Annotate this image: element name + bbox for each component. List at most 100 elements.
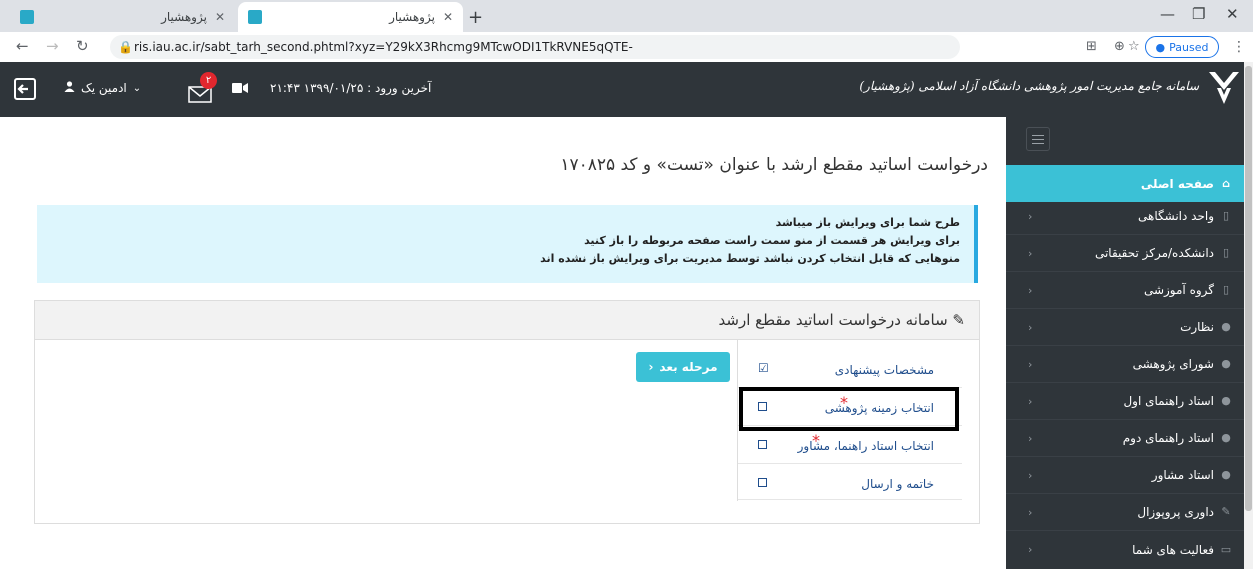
divider: [738, 499, 962, 500]
tab-title: پژوهشیار: [389, 10, 435, 24]
user-name: ادمین یک: [81, 81, 127, 95]
sidebar-item-consultant[interactable]: ● استاد مشاور ‹: [1006, 457, 1244, 494]
messages-button[interactable]: ۲: [188, 72, 222, 106]
logout-icon: [14, 78, 36, 100]
close-tab-icon[interactable]: ✕: [443, 10, 453, 24]
sidebar-item-your-activities[interactable]: ▭ فعالیت های شما ‹: [1006, 531, 1244, 568]
chevron-left-icon: ‹: [1028, 247, 1033, 260]
close-window-icon[interactable]: ✕: [1226, 5, 1239, 23]
sidebar-item-label: فعالیت های شما: [1132, 542, 1214, 557]
alert-line: طرح شما برای ویرایش باز میباشد: [775, 216, 960, 229]
sidebar-item-label: استاد راهنمای اول: [1123, 394, 1214, 408]
required-star-icon: *: [812, 431, 820, 450]
user-icon: ●: [1221, 320, 1231, 333]
step-item[interactable]: مشخصات پیشنهادی ☑: [738, 353, 962, 387]
sidebar-item-label: شورای پژوهشی: [1132, 357, 1214, 371]
address-bar[interactable]: 🔒 ris.iau.ac.ir/sabt_tarh_second.phtml?x…: [110, 35, 960, 59]
video-camera-icon[interactable]: [232, 82, 248, 97]
bookmark-star-icon[interactable]: ☆: [1128, 39, 1140, 54]
messages-count-badge: ۲: [200, 72, 217, 89]
chevron-left-icon: ‹: [1028, 284, 1033, 297]
sidebar-item-second-advisor[interactable]: ● استاد راهنمای دوم ‹: [1006, 420, 1244, 457]
sidebar-item-label: نظارت: [1180, 320, 1214, 334]
institution-icon: ▯: [1222, 246, 1230, 259]
forward-arrow-icon[interactable]: →: [46, 37, 59, 55]
sidebar-item-label: واحد دانشگاهی: [1138, 209, 1214, 223]
translate-icon[interactable]: ⊞: [1086, 39, 1097, 54]
app-brand-title: سامانه جامع مدیریت امور پژوهشی دانشگاه آ…: [859, 79, 1199, 93]
card-title: ✎ سامانه درخواست اساتید مقطع ارشد: [719, 311, 965, 329]
card-title-text: سامانه درخواست اساتید مقطع ارشد: [718, 311, 948, 329]
chevron-left-icon: ‹: [1028, 469, 1033, 482]
page-scrollbar-thumb[interactable]: [1245, 66, 1252, 511]
home-icon: ⌂: [1222, 176, 1230, 190]
sidebar-item-label: استاد راهنمای دوم: [1122, 431, 1214, 445]
browser-tab-active[interactable]: پژوهشیار ✕: [238, 2, 463, 32]
sidebar-item-supervision[interactable]: ● نظارت ‹: [1006, 309, 1244, 346]
hamburger-menu-icon[interactable]: [1026, 127, 1050, 151]
sidebar-item-department[interactable]: ▯ گروه آموزشی ‹: [1006, 272, 1244, 309]
building-icon: ▯: [1222, 209, 1230, 222]
chevron-left-icon: ‹: [1028, 432, 1033, 445]
new-tab-button[interactable]: +: [468, 7, 483, 28]
chevron-left-icon: ‹: [1028, 321, 1033, 334]
page-title: درخواست اساتید مقطع ارشد با عنوان «تست» …: [560, 155, 988, 175]
tab-title: پژوهشیار: [161, 10, 207, 24]
chevron-left-icon: ‹: [1028, 358, 1033, 371]
last-login-text: آخرین ورود : ۱۳۹۹/۰۱/۲۵ ۲۱:۴۳: [270, 81, 432, 95]
step-label: مشخصات پیشنهادی: [834, 363, 934, 377]
sidebar-item-faculty[interactable]: ▯ دانشکده/مرکز تحقیقاتی ‹: [1006, 235, 1244, 272]
info-alert: طرح شما برای ویرایش باز میباشد برای ویرا…: [37, 205, 978, 283]
url-text: ris.iau.ac.ir/sabt_tarh_second.phtml?xyz…: [134, 40, 633, 54]
user-icon: ●: [1221, 394, 1231, 407]
next-step-label: مرحله بعد: [659, 360, 718, 374]
step-item[interactable]: انتخاب استاد راهنما، مشاور *: [738, 429, 962, 463]
sidebar-item-label: دانشکده/مرکز تحقیقاتی: [1094, 246, 1214, 260]
laptop-icon: ▭: [1220, 542, 1232, 556]
university-logo-icon: [1209, 72, 1239, 104]
chevron-left-icon: ‹: [1028, 210, 1033, 223]
sidebar-item-label: گروه آموزشی: [1143, 283, 1214, 297]
sidebar-item-label: داوری پروپوزال: [1137, 505, 1214, 519]
minimize-icon[interactable]: —: [1160, 5, 1175, 23]
back-arrow-icon[interactable]: ←: [16, 37, 29, 55]
zoom-icon[interactable]: ⊕: [1114, 39, 1125, 54]
sidebar-item-first-advisor[interactable]: ● استاد راهنمای اول ‹: [1006, 383, 1244, 420]
sidebar-item-university-unit[interactable]: ▯ واحد دانشگاهی ‹: [1006, 198, 1244, 235]
next-step-button[interactable]: مرحله بعد ‹: [636, 352, 730, 382]
app-header: سامانه جامع مدیریت امور پژوهشی دانشگاه آ…: [0, 62, 1253, 117]
profile-paused-button[interactable]: ● Paused: [1145, 36, 1219, 58]
lock-icon: 🔒: [118, 40, 133, 54]
user-menu[interactable]: ⌄ ادمین یک: [64, 81, 141, 95]
sidebar-item-label: صفحه اصلی: [1140, 176, 1214, 191]
close-tab-icon[interactable]: ✕: [215, 10, 225, 24]
chevron-left-icon: ‹: [648, 360, 654, 374]
browser-tab-strip: پژوهشیار ✕ پژوهشیار ✕ + — ❐ ✕: [0, 0, 1253, 32]
reload-icon[interactable]: ↻: [76, 37, 89, 55]
sidebar-item-home[interactable]: ⌂ صفحه اصلی: [1006, 165, 1244, 202]
sidebar-item-proposal-review[interactable]: ✎ داوری پروپوزال ‹: [1006, 494, 1244, 531]
gavel-icon: ✎: [1221, 505, 1231, 518]
highlight-box: [739, 387, 959, 431]
checked-checkbox-icon: ☑: [758, 361, 769, 375]
alert-line: منوهایی که قابل انتخاب کردن نباشد توسط م…: [540, 252, 960, 265]
pencil-icon: ✎: [952, 311, 965, 329]
logout-button[interactable]: [12, 76, 38, 102]
sidebar-item-label: استاد مشاور: [1151, 468, 1214, 482]
building-icon: ▯: [1222, 283, 1230, 296]
step-label: خاتمه و ارسال: [861, 477, 934, 491]
checkbox-icon: [758, 440, 767, 449]
browser-tab[interactable]: پژوهشیار ✕: [10, 2, 235, 32]
profile-avatar-icon: ●: [1155, 40, 1166, 54]
checkbox-icon: [758, 478, 767, 487]
divider: [738, 463, 962, 464]
chevron-left-icon: ‹: [1028, 506, 1033, 519]
sidebar-item-research-council[interactable]: ● شورای پژوهشی ‹: [1006, 346, 1244, 383]
card-header: ✎ سامانه درخواست اساتید مقطع ارشد: [35, 301, 979, 340]
users-icon: ●: [1221, 468, 1231, 481]
browser-menu-icon[interactable]: ⋮: [1232, 39, 1246, 55]
step-item[interactable]: خاتمه و ارسال: [738, 467, 962, 501]
chevron-left-icon: ‹: [1028, 395, 1033, 408]
restore-icon[interactable]: ❐: [1192, 5, 1205, 23]
browser-toolbar: ← → ↻ 🔒 ris.iau.ac.ir/sabt_tarh_second.p…: [0, 32, 1253, 63]
